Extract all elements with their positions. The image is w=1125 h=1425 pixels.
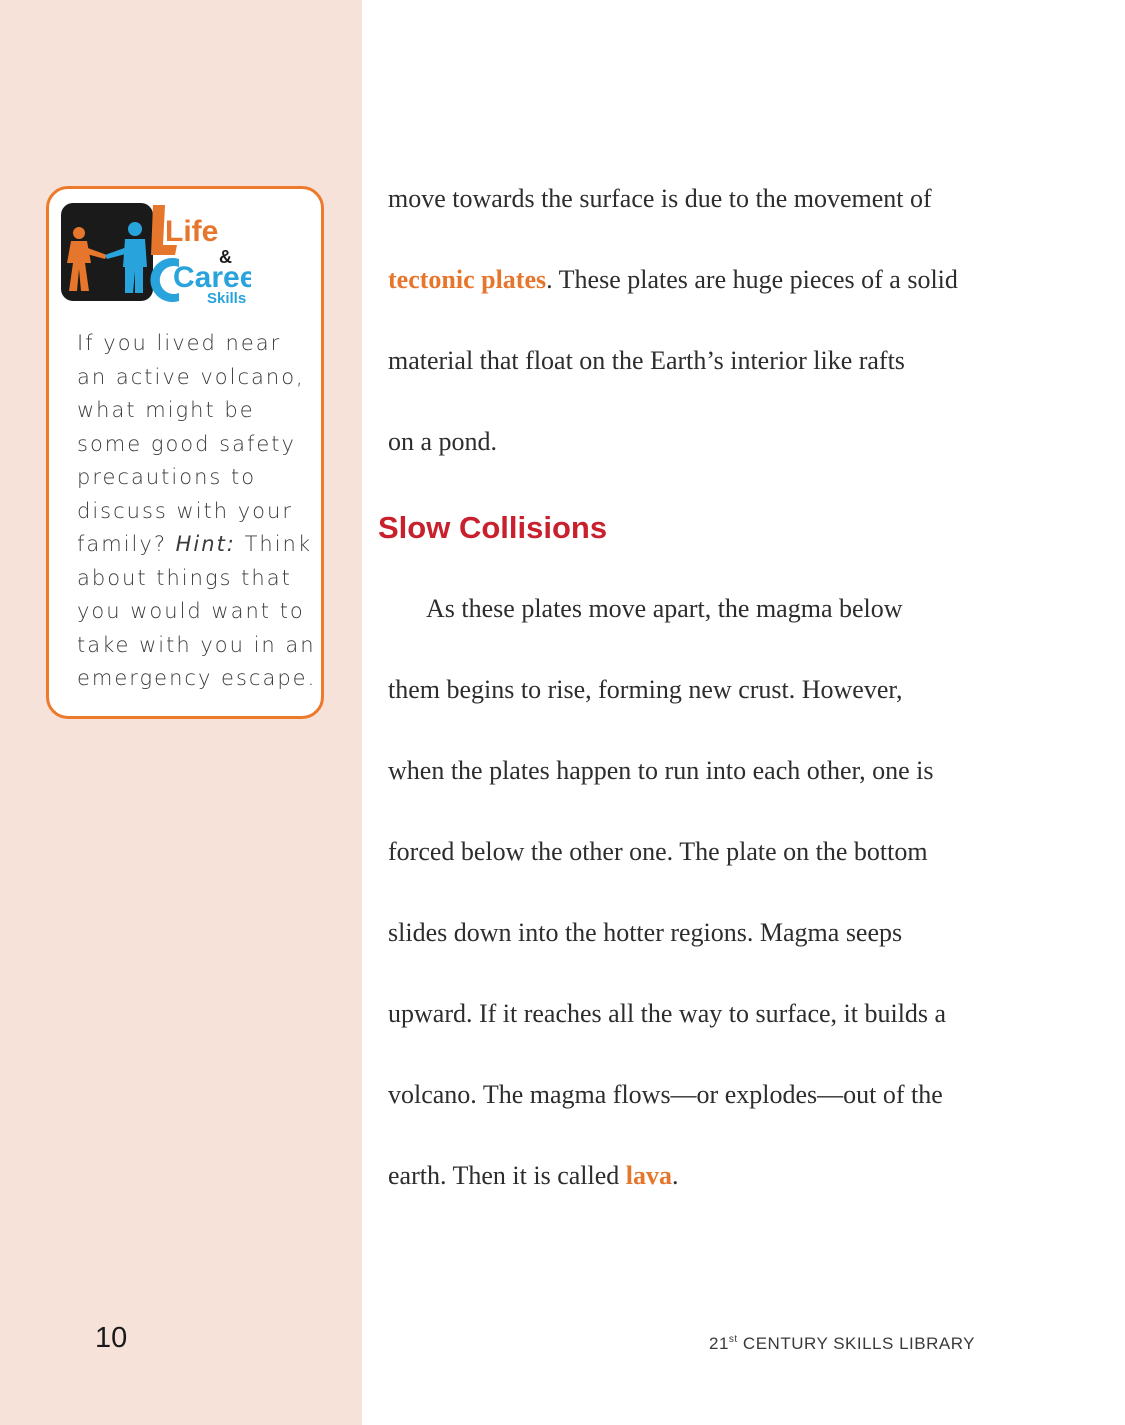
- callout-line: emergency escape.: [77, 666, 317, 690]
- series-ordinal: st: [728, 1334, 738, 1345]
- glossary-term-tectonic-plates[interactable]: tectonic plates: [388, 265, 546, 294]
- callout-line: what might be: [77, 398, 255, 422]
- life-career-skills-logo: Life & Career Skills: [61, 203, 251, 303]
- paragraph-2-text: earth. Then it is called: [388, 1161, 626, 1190]
- callout-line: about things that: [77, 565, 292, 590]
- callout-question: If you lived near an active volcano, wha…: [77, 327, 317, 696]
- logo-word-life: Life: [165, 215, 218, 248]
- paragraph-2-line: them begins to rise, forming new crust. …: [388, 675, 903, 704]
- callout-line: If you lived near: [77, 331, 282, 355]
- series-title: CENTURY SKILLS LIBRARY: [737, 1334, 976, 1353]
- callout-hint-label: Hint:: [175, 532, 236, 556]
- paragraph-2-line: As these plates move apart, the magma be…: [426, 594, 903, 623]
- paragraph-2-text: .: [672, 1161, 679, 1190]
- paragraph-2-line: when the plates happen to run into each …: [388, 756, 934, 785]
- paragraph-2-line: earth. Then it is called lava.: [388, 1161, 679, 1191]
- series-number: 21: [709, 1334, 729, 1353]
- paragraph-2-line: forced below the other one. The plate on…: [388, 837, 928, 866]
- callout-hint-suffix: Think: [235, 532, 313, 556]
- logo-word-skills: Skills: [207, 290, 246, 303]
- callout-hint-prefix: family?: [77, 532, 176, 556]
- section-heading: Slow Collisions: [378, 510, 608, 545]
- paragraph-1-line: move towards the surface is due to the m…: [388, 184, 932, 213]
- logo-figures-icon: Life & Career Skills: [67, 205, 251, 303]
- paragraph-1-line: tectonic plates. These plates are huge p…: [388, 265, 958, 295]
- paragraph-1-line: material that float on the Earth’s inter…: [388, 346, 905, 375]
- life-career-skills-callout: Life & Career Skills If you lived near a…: [46, 186, 324, 719]
- callout-line: discuss with your: [77, 498, 293, 523]
- series-footer: 21st CENTURY SKILLS LIBRARY: [709, 1334, 975, 1354]
- paragraph-2-line: volcano. The magma flows—or explodes—out…: [388, 1080, 943, 1109]
- callout-hint-line: family? Hint: Think: [77, 528, 317, 562]
- glossary-term-lava[interactable]: lava: [626, 1161, 672, 1190]
- callout-line: precautions to: [77, 465, 257, 489]
- callout-line: you would want to: [77, 599, 305, 623]
- callout-line: take with you in an: [77, 632, 316, 657]
- paragraph-1-line: on a pond.: [388, 427, 498, 456]
- callout-line: some good safety: [77, 431, 296, 456]
- callout-line: an active volcano,: [77, 364, 305, 389]
- paragraph-2-line: slides down into the hotter regions. Mag…: [388, 918, 903, 947]
- paragraph-2-line: upward. If it reaches all the way to sur…: [388, 999, 947, 1028]
- paragraph-1-text: . These plates are huge pieces of a soli…: [546, 265, 958, 294]
- page-number: 10: [95, 1322, 128, 1354]
